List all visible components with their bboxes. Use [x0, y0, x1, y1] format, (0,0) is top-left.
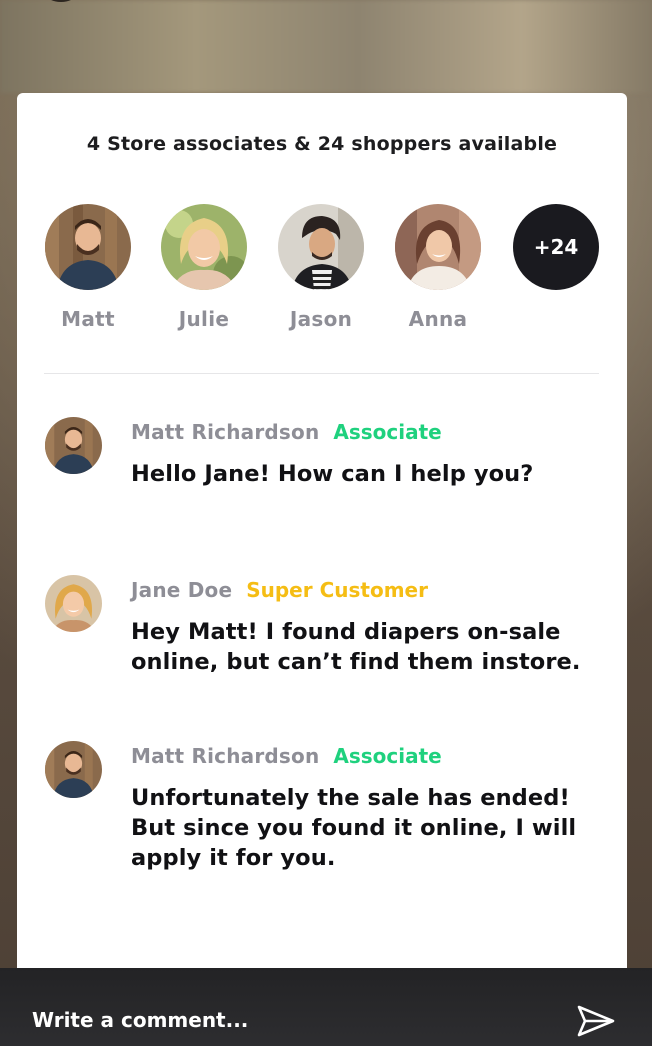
send-icon[interactable] — [576, 1004, 616, 1038]
message-author: Jane Doe — [131, 578, 233, 602]
comment-input[interactable]: Write a comment... — [32, 1008, 248, 1032]
agent-name: Matt — [61, 307, 115, 331]
agent-name: Anna — [408, 307, 468, 331]
more-shoppers-badge[interactable]: +24 — [513, 204, 599, 290]
background-blur — [0, 0, 652, 93]
message-header: Jane Doe Super Customer — [131, 578, 428, 602]
avatar — [278, 204, 364, 290]
comment-composer: Write a comment... — [0, 968, 652, 1046]
message-text: Hello Jane! How can I help you? — [131, 461, 534, 487]
avatar — [161, 204, 247, 290]
avatar — [45, 575, 102, 632]
message-header: Matt Richardson Associate — [131, 420, 442, 444]
availability-title: 4 Store associates & 24 shoppers availab… — [86, 133, 558, 155]
chat-card: 4 Store associates & 24 shoppers availab… — [17, 93, 627, 1013]
avatar — [45, 417, 102, 474]
avatar — [395, 204, 481, 290]
role-badge: Associate — [333, 420, 442, 444]
message-author: Matt Richardson — [131, 420, 320, 444]
role-badge: Associate — [333, 744, 442, 768]
avatar — [45, 741, 102, 798]
message-text: Hey Matt! I found diapers on-sale online… — [131, 619, 581, 675]
available-agents-row: Matt Julie Jason Anna +24 — [45, 204, 605, 334]
agent-jason[interactable]: Jason — [278, 204, 364, 331]
message-text: Unfortunately the sale has ended! But si… — [131, 785, 577, 871]
message-author: Matt Richardson — [131, 744, 320, 768]
divider — [44, 373, 599, 374]
avatar — [45, 204, 131, 290]
agent-anna[interactable]: Anna — [395, 204, 481, 331]
agent-name: Julie — [178, 307, 230, 331]
agent-name: Jason — [289, 307, 353, 331]
agent-julie[interactable]: Julie — [161, 204, 247, 331]
message-header: Matt Richardson Associate — [131, 744, 442, 768]
role-badge: Super Customer — [246, 578, 428, 602]
agent-matt[interactable]: Matt — [45, 204, 131, 331]
